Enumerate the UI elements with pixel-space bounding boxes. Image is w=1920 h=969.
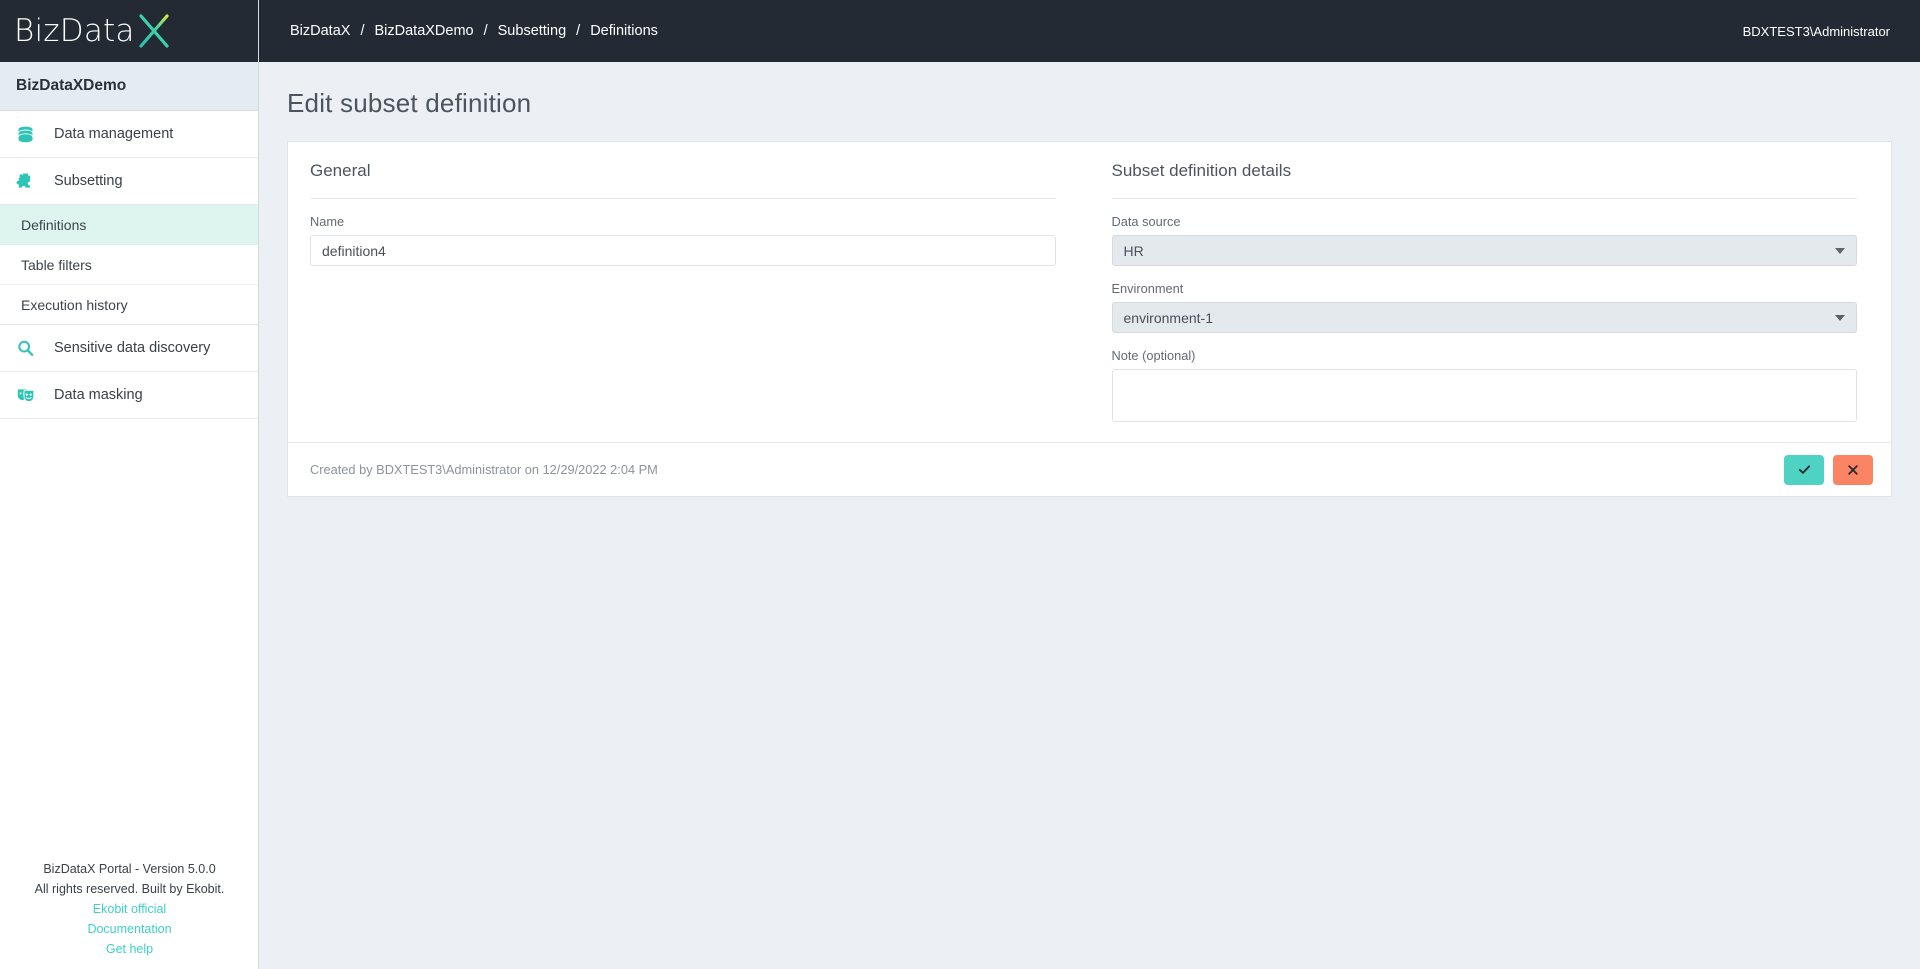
sidebar-item-definitions[interactable]: Definitions (0, 205, 258, 245)
page-title: Edit subset definition (287, 88, 532, 118)
name-label: Name (310, 214, 345, 229)
sidebar-subitem-label: Table filters (21, 256, 92, 273)
database-icon (16, 125, 42, 144)
chevron-down-icon (1835, 314, 1845, 321)
subset-definition-details-section: Subset definition details Data source HR… (1090, 142, 1892, 442)
sidebar-item-execution-history[interactable]: Execution history (0, 285, 258, 325)
magnifier-icon (16, 339, 42, 358)
logo-x-icon (139, 14, 169, 48)
page-content: Edit subset definition General Name Subs… (259, 62, 1920, 497)
link-documentation[interactable]: Documentation (0, 919, 259, 939)
portal-version: BizDataX Portal - Version 5.0.0 (43, 862, 216, 876)
created-by-text: Created by BDXTEST3\Administrator on 12/… (310, 462, 658, 477)
rights-text: All rights reserved. Built by Ekobit. (34, 882, 225, 896)
card-footer: Created by BDXTEST3\Administrator on 12/… (288, 442, 1891, 496)
note-field-group: Note (optional) (1111, 333, 1857, 427)
sidebar-item-label: Sensitive data discovery (54, 340, 211, 356)
cancel-button[interactable] (1833, 454, 1873, 485)
app-root: BizData BizDataXDemo Data management Sub… (0, 0, 1920, 969)
logo-text: BizData (14, 13, 135, 49)
breadcrumb: BizDataX / BizDataXDemo / Subsetting / D… (290, 23, 658, 39)
topbar: BizDataX / BizDataXDemo / Subsetting / D… (259, 0, 1920, 62)
sidebar-item-data-masking[interactable]: Data masking (0, 372, 258, 419)
sidebar-item-subsetting[interactable]: Subsetting (0, 158, 258, 205)
breadcrumb-item-definitions[interactable]: Definitions (590, 23, 658, 39)
breadcrumb-separator: / (360, 23, 365, 39)
breadcrumb-item-bizdataxdemo[interactable]: BizDataXDemo (374, 23, 473, 39)
sidebar-subitem-label: Execution history (21, 296, 128, 313)
edit-subset-definition-card: General Name Subset definition details D… (287, 141, 1892, 497)
link-ekobit-official[interactable]: Ekobit official (0, 899, 259, 919)
breadcrumb-separator: / (483, 23, 488, 39)
data-source-value: HR (1123, 242, 1144, 259)
breadcrumb-separator: / (576, 23, 581, 39)
close-icon (1848, 464, 1858, 475)
name-field-group: Name (310, 199, 1056, 266)
breadcrumb-item-bizdatax[interactable]: BizDataX (290, 23, 350, 39)
sidebar-item-label: Data masking (54, 387, 143, 403)
data-source-select[interactable]: HR (1111, 235, 1857, 266)
details-spacer (1112, 427, 1858, 442)
breadcrumb-item-subsetting[interactable]: Subsetting (498, 23, 567, 39)
link-get-help[interactable]: Get help (0, 939, 259, 959)
tenant-name: BizDataXDemo (0, 62, 258, 111)
name-input[interactable] (310, 235, 1056, 266)
data-source-field-group: Data source HR (1111, 199, 1857, 266)
note-label: Note (optional) (1111, 348, 1196, 363)
theatre-masks-icon (16, 386, 42, 405)
general-section: General Name (288, 142, 1090, 442)
chevron-down-icon (1835, 247, 1845, 254)
general-spacer (310, 266, 1056, 372)
action-buttons (1784, 454, 1873, 485)
environment-value: environment-1 (1123, 309, 1214, 326)
general-heading: General (310, 142, 1056, 199)
main-area: BizDataX / BizDataXDemo / Subsetting / D… (259, 0, 1920, 969)
sidebar-item-sensitive-data-discovery[interactable]: Sensitive data discovery (0, 325, 258, 372)
environment-select[interactable]: environment-1 (1111, 302, 1857, 333)
sidebar: BizData BizDataXDemo Data management Sub… (0, 0, 259, 969)
sidebar-subitem-label: Definitions (21, 216, 87, 233)
save-button[interactable] (1784, 454, 1824, 485)
logo-wordmark: BizData (14, 8, 177, 54)
app-logo[interactable]: BizData (0, 0, 258, 62)
sidebar-item-label: Data management (54, 126, 174, 142)
sidebar-footer: BizDataX Portal - Version 5.0.0 All righ… (0, 859, 259, 959)
environment-label: Environment (1111, 281, 1184, 296)
sidebar-item-data-management[interactable]: Data management (0, 111, 258, 158)
sidebar-item-table-filters[interactable]: Table filters (0, 245, 258, 285)
environment-field-group: Environment environment-1 (1111, 266, 1857, 333)
sidebar-nav: Data management Subsetting Definitions T… (0, 111, 258, 419)
details-heading: Subset definition details (1111, 142, 1857, 199)
card-body: General Name Subset definition details D… (288, 142, 1891, 442)
current-user-label: BDXTEST3\Administrator (1742, 23, 1890, 39)
puzzle-piece-icon (16, 172, 42, 191)
sidebar-item-label: Subsetting (54, 173, 123, 189)
note-textarea[interactable] (1111, 369, 1857, 422)
data-source-label: Data source (1111, 214, 1181, 229)
check-icon (1798, 465, 1810, 474)
